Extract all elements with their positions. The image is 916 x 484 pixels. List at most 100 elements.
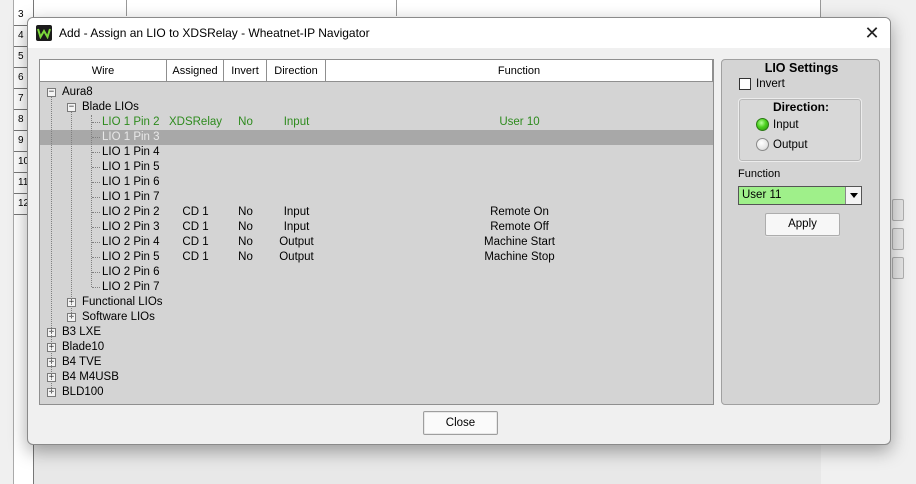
window-title: Add - Assign an LIO to XDSRelay - Wheatn…	[59, 26, 370, 40]
tree-row-group[interactable]: + Functional LIOs	[40, 295, 713, 310]
cell-invert: No	[238, 221, 253, 233]
tree-row-group[interactable]: + Software LIOs	[40, 310, 713, 325]
tree-row-lio-pin[interactable]: LIO 2 Pin 5 CD 1 No Output Machine Stop	[40, 250, 713, 265]
direction-group: Direction: Input Output	[738, 98, 862, 162]
apply-button[interactable]: Apply	[765, 213, 840, 236]
cell-wire: Aura8	[62, 86, 93, 98]
column-header-function[interactable]: Function	[326, 60, 713, 81]
direction-title: Direction:	[772, 100, 829, 114]
tree-row-group[interactable]: + B3 LXE	[40, 325, 713, 340]
tree-row-group[interactable]: − Aura8	[40, 85, 713, 100]
column-header-direction[interactable]: Direction	[267, 60, 326, 81]
background-side-button[interactable]	[892, 199, 904, 221]
lio-tree-list[interactable]: Wire Assigned Invert Direction Function − Aur…	[39, 59, 714, 405]
cell-direction: Output	[279, 236, 314, 248]
cell-wire: BLD100	[62, 386, 104, 398]
cell-wire: LIO 1 Pin 5	[102, 161, 160, 173]
tree-row-group[interactable]: − Blade LIOs	[40, 100, 713, 115]
background-grid-line	[396, 0, 397, 16]
cell-assigned: CD 1	[182, 236, 209, 248]
cell-wire: B4 TVE	[62, 356, 102, 368]
direction-option-label: Input	[773, 118, 799, 131]
close-icon[interactable]: ✕	[860, 22, 884, 44]
cell-direction: Output	[279, 251, 314, 263]
cell-wire: LIO 2 Pin 3	[102, 221, 160, 233]
tree-connector-line	[92, 287, 100, 288]
tree-connector-line	[91, 115, 92, 287]
close-button[interactable]: Close	[423, 411, 498, 435]
background-left-strip	[0, 0, 14, 484]
tree-row-lio-pin[interactable]: LIO 1 Pin 2 XDSRelay No Input User 10	[40, 115, 713, 130]
tree-row-group[interactable]: + Blade10	[40, 340, 713, 355]
assign-lio-dialog: Add - Assign an LIO to XDSRelay - Wheatn…	[27, 17, 891, 445]
cell-direction: Input	[283, 116, 310, 128]
tree-row-lio-pin[interactable]: LIO 2 Pin 2 CD 1 No Input Remote On	[40, 205, 713, 220]
cell-wire: LIO 1 Pin 4	[102, 146, 160, 158]
cell-wire: LIO 2 Pin 2	[102, 206, 160, 218]
tree-row-lio-pin[interactable]: LIO 1 Pin 5	[40, 160, 713, 175]
collapse-minus-icon[interactable]: −	[47, 88, 56, 97]
tree-connector-line	[92, 182, 100, 183]
cell-wire: B3 LXE	[62, 326, 101, 338]
column-header-invert[interactable]: Invert	[224, 60, 267, 81]
cell-wire: LIO 1 Pin 3	[102, 131, 160, 143]
cell-function: Remote On	[490, 206, 549, 218]
cell-assigned: XDSRelay	[168, 116, 223, 128]
tree-row-lio-pin[interactable]: LIO 2 Pin 7	[40, 280, 713, 295]
cell-function: Remote Off	[490, 221, 549, 233]
tree-row-lio-pin[interactable]: LIO 1 Pin 4	[40, 145, 713, 160]
radio-unselected-icon[interactable]	[756, 138, 769, 151]
function-label: Function	[738, 168, 781, 180]
column-header-wire[interactable]: Wire	[40, 60, 167, 81]
collapse-minus-icon[interactable]: −	[67, 103, 76, 112]
tree-connector-line	[92, 257, 100, 258]
background-grid-line	[126, 0, 127, 16]
cell-wire: Software LIOs	[82, 311, 155, 323]
cell-wire: LIO 2 Pin 6	[102, 266, 160, 278]
background-bottom-area	[34, 444, 821, 484]
tree-body[interactable]: − Aura8− Blade LIOs LIO 1 Pin 2 XDSRelay No In…	[40, 83, 713, 404]
radio-selected-icon[interactable]	[756, 118, 769, 131]
direction-radio-input[interactable]: Input	[756, 118, 799, 131]
tree-connector-line	[92, 137, 100, 138]
cell-invert: No	[238, 251, 253, 263]
invert-checkbox[interactable]	[739, 78, 751, 90]
tree-connector-line	[92, 152, 100, 153]
invert-label: Invert	[756, 78, 785, 90]
background-side-button[interactable]	[892, 257, 904, 279]
column-header-assigned[interactable]: Assigned	[167, 60, 224, 81]
tree-row-lio-pin[interactable]: LIO 1 Pin 6	[40, 175, 713, 190]
cell-invert: No	[238, 236, 253, 248]
function-dropdown[interactable]: User 11	[738, 186, 862, 205]
cell-direction: Input	[283, 206, 310, 218]
tree-row-lio-pin[interactable]: LIO 2 Pin 6	[40, 265, 713, 280]
cell-wire: LIO 2 Pin 5	[102, 251, 160, 263]
tree-row-group[interactable]: + B4 M4USB	[40, 370, 713, 385]
tree-row-lio-pin[interactable]: LIO 2 Pin 4 CD 1 No Output Machine Start	[40, 235, 713, 250]
tree-connector-line	[92, 227, 100, 228]
chevron-down-icon[interactable]	[845, 187, 861, 204]
cell-direction: Input	[283, 221, 310, 233]
title-bar[interactable]: Add - Assign an LIO to XDSRelay - Wheatn…	[28, 18, 890, 48]
direction-radio-output[interactable]: Output	[756, 138, 808, 151]
tree-row-lio-pin[interactable]: LIO 1 Pin 3	[40, 130, 713, 145]
cell-wire: LIO 1 Pin 7	[102, 191, 160, 203]
tree-connector-line	[92, 197, 100, 198]
background-side-button[interactable]	[892, 228, 904, 250]
tree-row-lio-pin[interactable]: LIO 1 Pin 7	[40, 190, 713, 205]
tree-row-group[interactable]: + BLD100	[40, 385, 713, 400]
cell-invert: No	[238, 116, 253, 128]
tree-row-lio-pin[interactable]: LIO 2 Pin 3 CD 1 No Input Remote Off	[40, 220, 713, 235]
cell-wire: LIO 1 Pin 2	[102, 116, 160, 128]
cell-assigned: CD 1	[182, 206, 209, 218]
cell-invert: No	[238, 206, 253, 218]
tree-connector-line	[92, 242, 100, 243]
cell-wire: LIO 1 Pin 6	[102, 176, 160, 188]
cell-wire: B4 M4USB	[62, 371, 119, 383]
cell-wire: Blade10	[62, 341, 105, 353]
invert-option[interactable]: Invert	[739, 78, 785, 90]
direction-option-label: Output	[773, 138, 808, 151]
wheatnet-logo-icon	[36, 25, 52, 41]
cell-wire: Functional LIOs	[82, 296, 163, 308]
tree-row-group[interactable]: + B4 TVE	[40, 355, 713, 370]
